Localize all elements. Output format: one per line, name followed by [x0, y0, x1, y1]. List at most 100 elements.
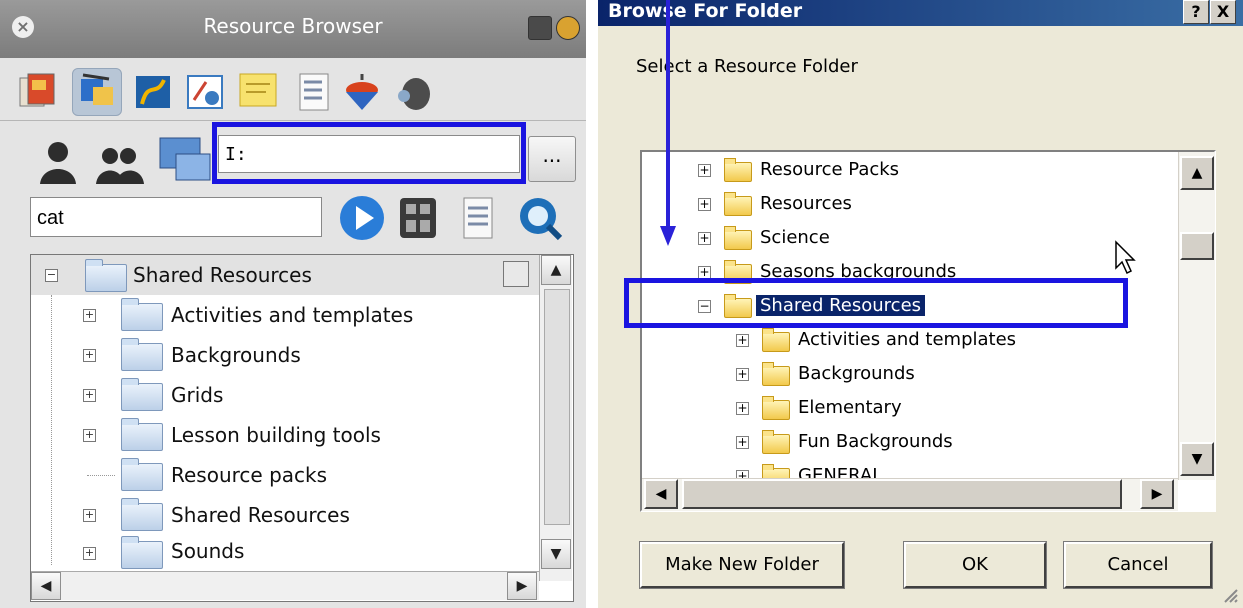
tree-item[interactable]: + Shared Resources: [31, 495, 539, 535]
scroll-down-button[interactable]: ▼: [1180, 442, 1214, 476]
tree-item[interactable]: + Resource Packs: [642, 154, 1176, 188]
folder-icon: [762, 328, 790, 352]
folder-icon: [121, 536, 163, 569]
grid-tool-icon[interactable]: [184, 70, 232, 116]
tree-item-label: Science: [760, 227, 830, 248]
tree-item-label: Resource Packs: [760, 159, 900, 180]
tree-item-label: Activities and templates: [171, 303, 414, 327]
tree-item[interactable]: + Elementary: [642, 392, 1176, 426]
calculator-icon[interactable]: [398, 196, 438, 244]
make-new-folder-button[interactable]: Make New Folder: [639, 541, 845, 589]
scroll-thumb[interactable]: [1180, 232, 1214, 260]
expand-toggle[interactable]: +: [698, 198, 711, 211]
expand-toggle[interactable]: +: [83, 509, 96, 522]
collapse-toggle[interactable]: −: [45, 269, 58, 282]
scroll-down-button[interactable]: ▼: [541, 539, 571, 569]
tree-item[interactable]: + Activities and templates: [31, 295, 539, 335]
flash-icon[interactable]: [130, 70, 178, 116]
scroll-left-button[interactable]: ◀: [644, 479, 678, 509]
tree-item[interactable]: + Fun Backgrounds: [642, 426, 1176, 460]
scroll-up-button[interactable]: ▲: [541, 255, 571, 285]
tree-item[interactable]: + Resources: [642, 188, 1176, 222]
scroll-right-button[interactable]: ▶: [507, 572, 537, 600]
spinning-top-icon[interactable]: [340, 70, 388, 116]
folder-icon: [121, 418, 163, 451]
resource-browser-panel: × Resource Browser I: ... cat − Shared R…: [0, 0, 586, 608]
document-icon[interactable]: [458, 196, 498, 244]
horizontal-scrollbar[interactable]: ◀ ▶: [642, 478, 1178, 511]
help-button[interactable]: ?: [1183, 0, 1209, 24]
folder-icon: [85, 259, 127, 292]
folder-icon: [121, 498, 163, 531]
tree-item[interactable]: Resource packs: [31, 455, 539, 495]
tree-item[interactable]: + Lesson building tools: [31, 415, 539, 455]
expand-toggle[interactable]: +: [736, 402, 749, 415]
cancel-button[interactable]: Cancel: [1063, 541, 1213, 589]
tree-root-row[interactable]: − Shared Resources: [31, 255, 539, 295]
expand-toggle[interactable]: +: [736, 334, 749, 347]
highlight-box-selection: [624, 278, 1128, 328]
close-button[interactable]: X: [1210, 0, 1236, 24]
scroll-up-button[interactable]: ▲: [1180, 156, 1214, 190]
tree-item[interactable]: + Science: [642, 222, 1176, 256]
play-search-icon[interactable]: [338, 194, 386, 246]
expand-toggle[interactable]: +: [698, 232, 711, 245]
tree-item-label: Lesson building tools: [171, 423, 381, 447]
folder-icon: [724, 192, 752, 216]
tree-item[interactable]: + Activities and templates: [642, 324, 1176, 358]
tree-item[interactable]: + Backgrounds: [642, 358, 1176, 392]
scroll-thumb[interactable]: [544, 289, 570, 525]
expand-toggle[interactable]: +: [83, 349, 96, 362]
expand-toggle[interactable]: +: [698, 164, 711, 177]
tree-item-label: GENERAL: [798, 465, 883, 478]
highlight-box-path: [212, 122, 526, 184]
search-input[interactable]: cat: [30, 197, 322, 237]
tree-item[interactable]: + Sounds: [31, 535, 539, 571]
notes-icon[interactable]: [236, 68, 284, 114]
horizontal-scrollbar[interactable]: ◀ ▶: [31, 571, 539, 600]
folder-icon: [724, 158, 752, 182]
expand-toggle[interactable]: +: [83, 429, 96, 442]
user-icon[interactable]: [38, 140, 84, 190]
tree-item[interactable]: + Backgrounds: [31, 335, 539, 375]
resize-grip-icon[interactable]: [1221, 586, 1239, 604]
browse-button[interactable]: ...: [528, 136, 576, 182]
expand-toggle[interactable]: +: [736, 368, 749, 381]
tree-root-label: Shared Resources: [133, 263, 312, 287]
tree-line: [87, 475, 115, 476]
tree-item-label: Fun Backgrounds: [798, 431, 953, 452]
dialog-title: Browse For Folder: [608, 0, 803, 22]
scroll-left-button[interactable]: ◀: [31, 572, 61, 600]
menu-icon[interactable]: [528, 16, 552, 40]
arrow-annotation: [660, 0, 680, 254]
vertical-scrollbar[interactable]: ▲ ▼: [539, 255, 572, 581]
folder-icon: [762, 396, 790, 420]
pin-icon[interactable]: [556, 16, 580, 40]
scroll-thumb[interactable]: [682, 479, 1122, 509]
expand-toggle[interactable]: +: [736, 436, 749, 449]
tree-item-label: Backgrounds: [171, 343, 301, 367]
network-computer-icon[interactable]: [158, 136, 214, 192]
tools-icon[interactable]: [390, 72, 438, 118]
tree-item[interactable]: + GENERAL: [642, 460, 1176, 478]
vertical-scrollbar[interactable]: ▲ ▼: [1178, 152, 1215, 480]
expand-toggle[interactable]: +: [736, 470, 749, 478]
tree-item-label: Resource packs: [171, 463, 328, 487]
expand-toggle[interactable]: +: [83, 309, 96, 322]
expand-toggle[interactable]: +: [83, 389, 96, 402]
panel-title: Resource Browser: [203, 14, 383, 38]
tree-item-label: Backgrounds: [798, 363, 915, 384]
search-icon[interactable]: [516, 194, 564, 246]
scroll-right-button[interactable]: ▶: [1140, 479, 1174, 509]
checklist-icon[interactable]: [290, 70, 338, 116]
list-view-icon[interactable]: [503, 261, 529, 287]
tree-item[interactable]: + Grids: [31, 375, 539, 415]
group-icon[interactable]: [96, 144, 146, 190]
multimedia-icon[interactable]: [72, 68, 122, 116]
gallery-icon[interactable]: [14, 70, 62, 116]
browse-folder-dialog: Browse For Folder ? X Select a Resource …: [598, 0, 1243, 608]
expand-toggle[interactable]: +: [83, 547, 96, 560]
folder-icon: [121, 378, 163, 411]
ok-button[interactable]: OK: [903, 541, 1047, 589]
resource-category-bar: [14, 66, 430, 116]
